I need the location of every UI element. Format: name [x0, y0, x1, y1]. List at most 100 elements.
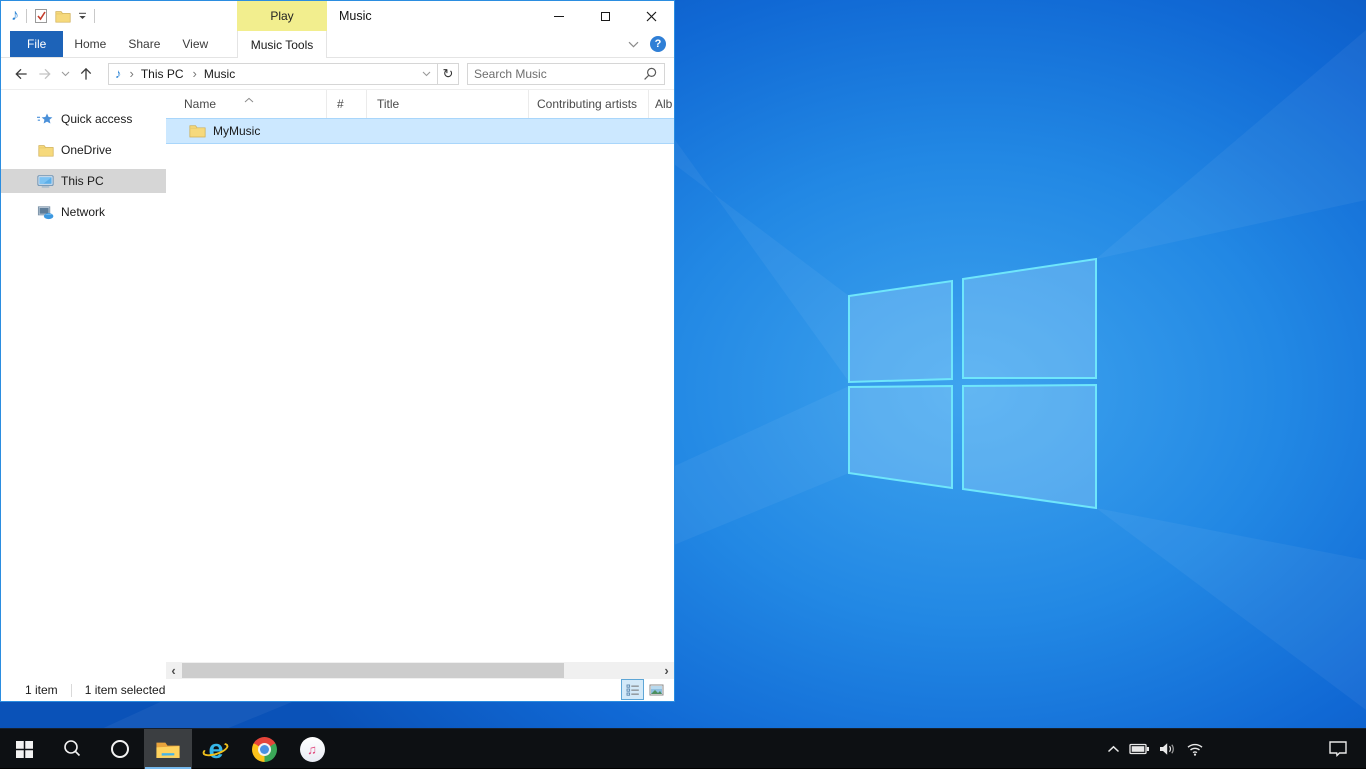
network-icon	[37, 205, 54, 220]
forward-button[interactable]	[37, 66, 53, 82]
address-bar[interactable]: This PC Music	[108, 63, 438, 85]
contextual-tab-play[interactable]: Play	[237, 1, 327, 31]
up-button[interactable]	[78, 66, 94, 82]
tab-home[interactable]: Home	[63, 31, 117, 57]
navigation-toolbar: This PC Music	[1, 58, 674, 90]
search-input[interactable]	[468, 67, 643, 81]
chrome-icon	[252, 737, 277, 762]
quick-access-toolbar	[1, 7, 95, 25]
customize-qat-icon	[78, 12, 87, 21]
sidebar-item-label: This PC	[61, 174, 104, 188]
tab-music-tools[interactable]: Music Tools	[237, 31, 327, 58]
sidebar-item-onedrive[interactable]: OneDrive	[1, 138, 166, 162]
network-tray-icon[interactable]	[1186, 742, 1204, 756]
quick-access-star-icon	[37, 112, 54, 127]
taskbar-itunes-button[interactable]	[288, 729, 336, 769]
tab-view[interactable]: View	[171, 31, 219, 57]
horizontal-scrollbar[interactable]	[166, 662, 674, 679]
chevron-down-icon	[628, 41, 639, 48]
large-icons-view-button[interactable]	[646, 680, 667, 699]
search-icon[interactable]	[643, 67, 657, 81]
column-header-contributing-artists[interactable]: Contributing artists	[528, 90, 648, 118]
ribbon-tab-row: File Home Share View Music Tools	[1, 31, 674, 58]
system-tray	[1107, 729, 1204, 768]
show-hidden-icons-button[interactable]	[1107, 745, 1120, 753]
maximize-button[interactable]	[582, 1, 628, 31]
navigation-pane: Quick access OneDrive	[1, 90, 166, 679]
tab-file[interactable]: File	[10, 31, 63, 57]
back-button[interactable]	[13, 66, 29, 82]
internet-explorer-icon	[202, 735, 230, 763]
file-name: MyMusic	[213, 124, 260, 138]
taskbar-buttons	[0, 729, 336, 768]
sort-ascending-icon	[244, 92, 254, 106]
sidebar-item-network[interactable]: Network	[1, 200, 166, 224]
item-count: 1 item	[25, 683, 58, 697]
minimize-icon	[554, 16, 564, 17]
search-icon	[62, 739, 82, 759]
battery-icon	[1129, 743, 1150, 755]
recent-locations-button[interactable]	[61, 71, 70, 77]
column-header-title[interactable]: Title	[366, 90, 528, 118]
wifi-icon	[1186, 742, 1204, 756]
scroll-left-button[interactable]	[166, 662, 181, 679]
computer-icon	[37, 174, 54, 189]
sidebar-item-this-pc[interactable]: This PC	[1, 169, 166, 193]
taskbar-internet-explorer-button[interactable]	[192, 729, 240, 769]
sidebar-item-label: Quick access	[61, 112, 132, 126]
properties-icon	[34, 8, 48, 24]
taskbar-file-explorer-button[interactable]	[144, 729, 192, 769]
scroll-right-button[interactable]	[659, 662, 674, 679]
new-folder-button[interactable]	[55, 10, 71, 23]
file-row-mymusic[interactable]: MyMusic	[166, 118, 674, 144]
folder-icon	[37, 144, 54, 157]
sidebar-item-label: Network	[61, 205, 105, 219]
separator	[71, 684, 72, 697]
window-title: Music	[339, 1, 372, 31]
close-button[interactable]	[628, 1, 674, 31]
window-controls	[536, 1, 674, 31]
arrow-left-icon	[13, 66, 29, 82]
windows-start-icon	[16, 741, 33, 758]
itunes-icon	[300, 737, 325, 762]
battery-tray-icon[interactable]	[1129, 743, 1150, 755]
column-header-album[interactable]: Alb	[648, 90, 674, 118]
selection-count: 1 item selected	[85, 683, 166, 697]
ribbon-right-controls	[628, 31, 666, 57]
arrow-right-icon	[37, 66, 53, 82]
scrollbar-thumb[interactable]	[182, 663, 564, 678]
arrow-up-icon	[78, 66, 94, 82]
expand-ribbon-button[interactable]	[628, 35, 639, 53]
taskbar-search-button[interactable]	[48, 729, 96, 769]
large-icons-view-icon	[649, 684, 664, 696]
column-header-number[interactable]: #	[326, 90, 366, 118]
taskbar-chrome-button[interactable]	[240, 729, 288, 769]
breadcrumb-music[interactable]: Music	[185, 66, 237, 82]
sidebar-item-label: OneDrive	[61, 143, 112, 157]
customize-qat-button[interactable]	[78, 12, 87, 21]
refresh-button[interactable]	[438, 63, 459, 85]
chevron-down-icon	[422, 71, 431, 77]
separator	[94, 9, 95, 23]
cortana-button[interactable]	[96, 729, 144, 769]
help-button[interactable]	[650, 36, 666, 52]
address-dropdown-button[interactable]	[416, 71, 437, 77]
content-pane: Name # Title Contributing artists Alb My…	[166, 90, 674, 679]
minimize-button[interactable]	[536, 1, 582, 31]
breadcrumb-this-pc[interactable]: This PC	[122, 66, 185, 82]
sidebar-item-quick-access[interactable]: Quick access	[1, 107, 166, 131]
status-bar: 1 item 1 item selected	[1, 679, 674, 701]
start-button[interactable]	[0, 729, 48, 769]
properties-button[interactable]	[34, 8, 48, 24]
details-view-button[interactable]	[622, 680, 643, 699]
volume-tray-icon[interactable]	[1159, 742, 1177, 756]
music-note-icon	[11, 7, 19, 25]
action-center-button[interactable]	[1328, 729, 1348, 768]
action-center-icon	[1328, 740, 1348, 757]
tab-share[interactable]: Share	[117, 31, 171, 57]
cortana-circle-icon	[110, 739, 130, 759]
chevron-up-icon	[1107, 745, 1120, 753]
separator	[26, 9, 27, 23]
chevron-down-icon	[61, 71, 70, 77]
scrollbar-track[interactable]	[181, 662, 659, 679]
